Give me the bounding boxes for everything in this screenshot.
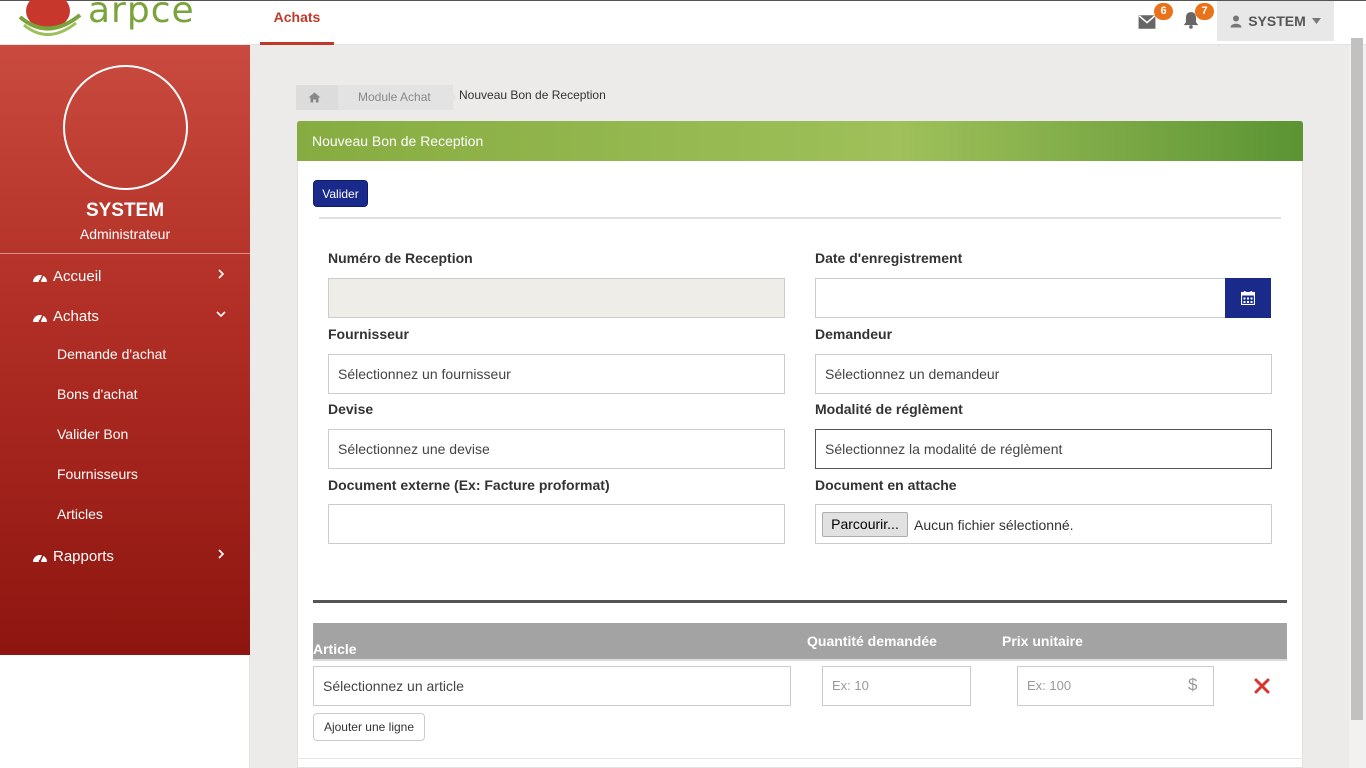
envelope-icon[interactable] xyxy=(1138,13,1156,31)
add-line-button[interactable]: Ajouter une ligne xyxy=(313,713,425,741)
article-select[interactable]: Sélectionnez un article xyxy=(313,666,791,706)
dashboard-icon xyxy=(33,274,47,283)
panel-title: Nouveau Bon de Reception xyxy=(297,121,1303,161)
modalite-reglement-select[interactable]: Sélectionnez la modalité de réglèment xyxy=(815,429,1272,469)
sidebar-item-label: Accueil xyxy=(53,267,102,285)
currency-symbol: $ xyxy=(1188,675,1198,694)
table-divider xyxy=(313,600,1287,603)
sidebar-subitem-demande-achat[interactable]: Demande d'achat xyxy=(57,346,166,362)
user-menu-button[interactable]: SYSTEM xyxy=(1217,1,1334,41)
chevron-down-icon xyxy=(216,311,226,318)
chevron-right-icon xyxy=(218,549,225,559)
browse-file-button[interactable]: Parcourir... xyxy=(822,512,908,537)
table-header-underline xyxy=(313,659,1287,661)
quantite-input[interactable]: Ex: 10 xyxy=(822,666,971,706)
arpce-logo[interactable]: arpce xyxy=(14,0,194,41)
sidebar-subitem-valider-bon[interactable]: Valider Bon xyxy=(57,426,128,442)
sidebar-item-rapports[interactable]: Rapports xyxy=(0,536,250,576)
breadcrumb-module-achat[interactable]: Module Achat xyxy=(338,85,453,110)
fournisseur-select[interactable]: Sélectionnez un fournisseur xyxy=(328,354,785,394)
date-picker-button[interactable] xyxy=(1225,278,1271,318)
calendar-icon xyxy=(1241,291,1255,305)
document-externe-label: Document externe (Ex: Facture proformat) xyxy=(328,477,610,493)
sidebar-footer-space xyxy=(0,655,250,768)
sidebar-item-accueil[interactable]: Accueil xyxy=(0,256,250,296)
valider-button[interactable]: Valider xyxy=(313,180,368,207)
logo-mark-icon xyxy=(18,0,82,36)
top-navbar: arpce Achats 6 7 SYSTEM xyxy=(0,0,1366,45)
page-scrollbar-thumb[interactable] xyxy=(1351,38,1363,720)
sidebar-subitem-articles[interactable]: Articles xyxy=(57,506,103,522)
column-header-quantite: Quantité demandée xyxy=(807,633,937,649)
demandeur-label: Demandeur xyxy=(815,326,893,342)
avatar[interactable] xyxy=(63,65,188,190)
sidebar-user-role: Administrateur xyxy=(79,226,171,242)
dashboard-icon xyxy=(33,314,47,323)
document-externe-field[interactable] xyxy=(328,504,785,544)
table-header xyxy=(313,623,1287,659)
user-icon xyxy=(1230,15,1242,27)
sidebar: SYSTEM Administrateur Accueil Achats Dem… xyxy=(0,45,250,655)
fournisseur-label: Fournisseur xyxy=(328,326,409,342)
form-divider xyxy=(319,217,1281,219)
chevron-right-icon xyxy=(218,269,225,279)
column-header-article: Article xyxy=(313,641,357,657)
devise-select[interactable]: Sélectionnez une devise xyxy=(328,429,785,469)
breadcrumb-home[interactable] xyxy=(296,85,347,110)
date-enregistrement-label: Date d'enregistrement xyxy=(815,250,963,266)
sidebar-user-name: SYSTEM xyxy=(85,200,165,221)
home-icon xyxy=(308,92,321,103)
sidebar-item-label: Achats xyxy=(53,307,99,325)
tab-achats[interactable]: Achats xyxy=(260,1,334,45)
sidebar-subitem-bons-achat[interactable]: Bons d'achat xyxy=(57,386,138,402)
messages-badge: 6 xyxy=(1154,3,1173,20)
document-attache-label: Document en attache xyxy=(815,477,957,493)
numero-reception-label: Numéro de Reception xyxy=(328,250,473,266)
notifications-badge: 7 xyxy=(1195,3,1214,20)
devise-label: Devise xyxy=(328,401,374,417)
sidebar-divider xyxy=(0,253,250,254)
dashboard-icon xyxy=(33,554,47,563)
prix-unitaire-input[interactable]: Ex: 100 xyxy=(1017,666,1214,706)
no-file-text: Aucun fichier sélectionné. xyxy=(914,517,1074,533)
delete-row-icon[interactable] xyxy=(1254,678,1270,694)
sidebar-subitem-fournisseurs[interactable]: Fournisseurs xyxy=(57,466,138,482)
logo-text: arpce xyxy=(88,0,195,31)
sidebar-item-label: Rapports xyxy=(53,547,114,565)
sidebar-item-achats[interactable]: Achats xyxy=(0,296,250,336)
column-header-prix: Prix unitaire xyxy=(1002,633,1083,649)
breadcrumb-arrow-icon xyxy=(447,85,456,110)
user-menu-label: SYSTEM xyxy=(1248,13,1306,29)
panel-bottom-divider xyxy=(297,758,1303,759)
breadcrumb-current: Nouveau Bon de Reception xyxy=(459,88,606,102)
caret-down-icon xyxy=(1311,18,1321,24)
date-enregistrement-field[interactable] xyxy=(815,278,1226,318)
modalite-reglement-label: Modalité de réglèment xyxy=(815,401,963,417)
demandeur-select[interactable]: Sélectionnez un demandeur xyxy=(815,354,1272,394)
numero-reception-field[interactable] xyxy=(328,278,785,318)
